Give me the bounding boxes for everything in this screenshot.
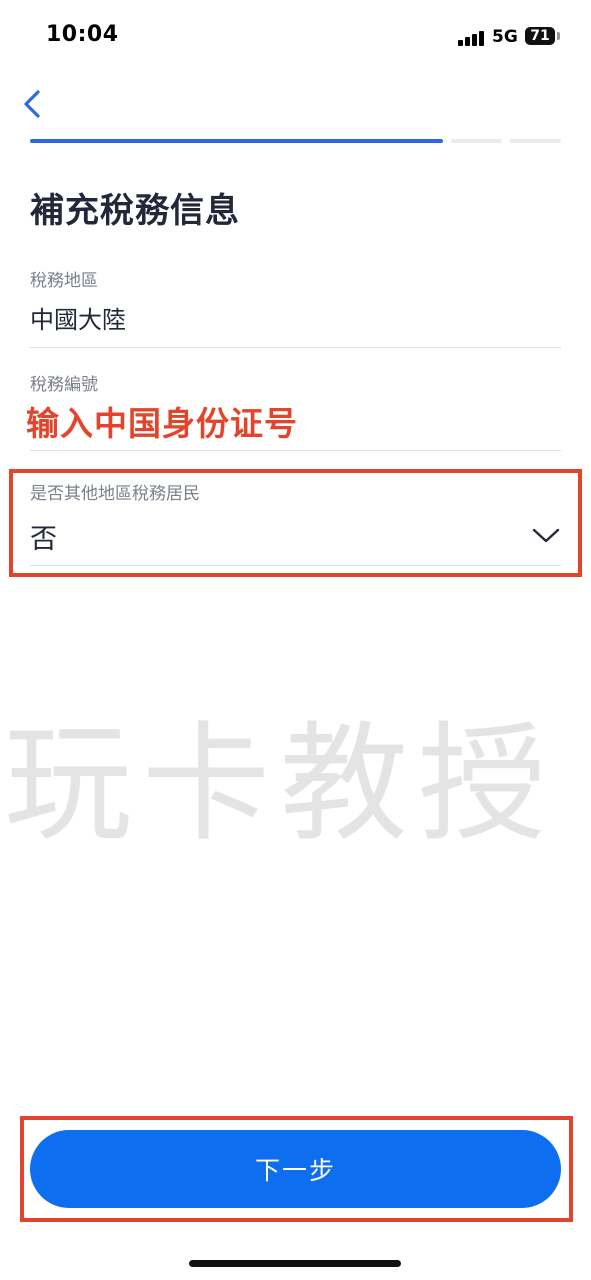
divider bbox=[30, 450, 561, 451]
tax-region-label: 稅務地區 bbox=[30, 271, 98, 291]
battery-icon: 71 bbox=[525, 27, 555, 45]
watermark: 玩卡教授 bbox=[4, 710, 557, 859]
back-button[interactable] bbox=[18, 88, 50, 120]
progress-step-3 bbox=[510, 139, 561, 143]
tax-region-field[interactable]: 中國大陸 bbox=[30, 300, 126, 335]
chevron-left-icon bbox=[24, 90, 40, 118]
tax-number-label: 稅務編號 bbox=[30, 375, 98, 395]
annotation-note: 输入中国身份证号 bbox=[26, 404, 298, 443]
network-label: 5G bbox=[492, 27, 518, 47]
progress-step-2 bbox=[451, 139, 502, 143]
progress-step-1 bbox=[30, 139, 443, 143]
battery-tip bbox=[557, 32, 560, 40]
divider bbox=[30, 347, 561, 348]
highlight-box bbox=[20, 1116, 573, 1222]
status-time: 10:04 bbox=[46, 22, 119, 47]
signal-icon bbox=[458, 30, 486, 46]
page-title: 補充稅務信息 bbox=[30, 191, 240, 231]
home-indicator bbox=[189, 1260, 401, 1267]
highlight-box bbox=[9, 469, 582, 577]
